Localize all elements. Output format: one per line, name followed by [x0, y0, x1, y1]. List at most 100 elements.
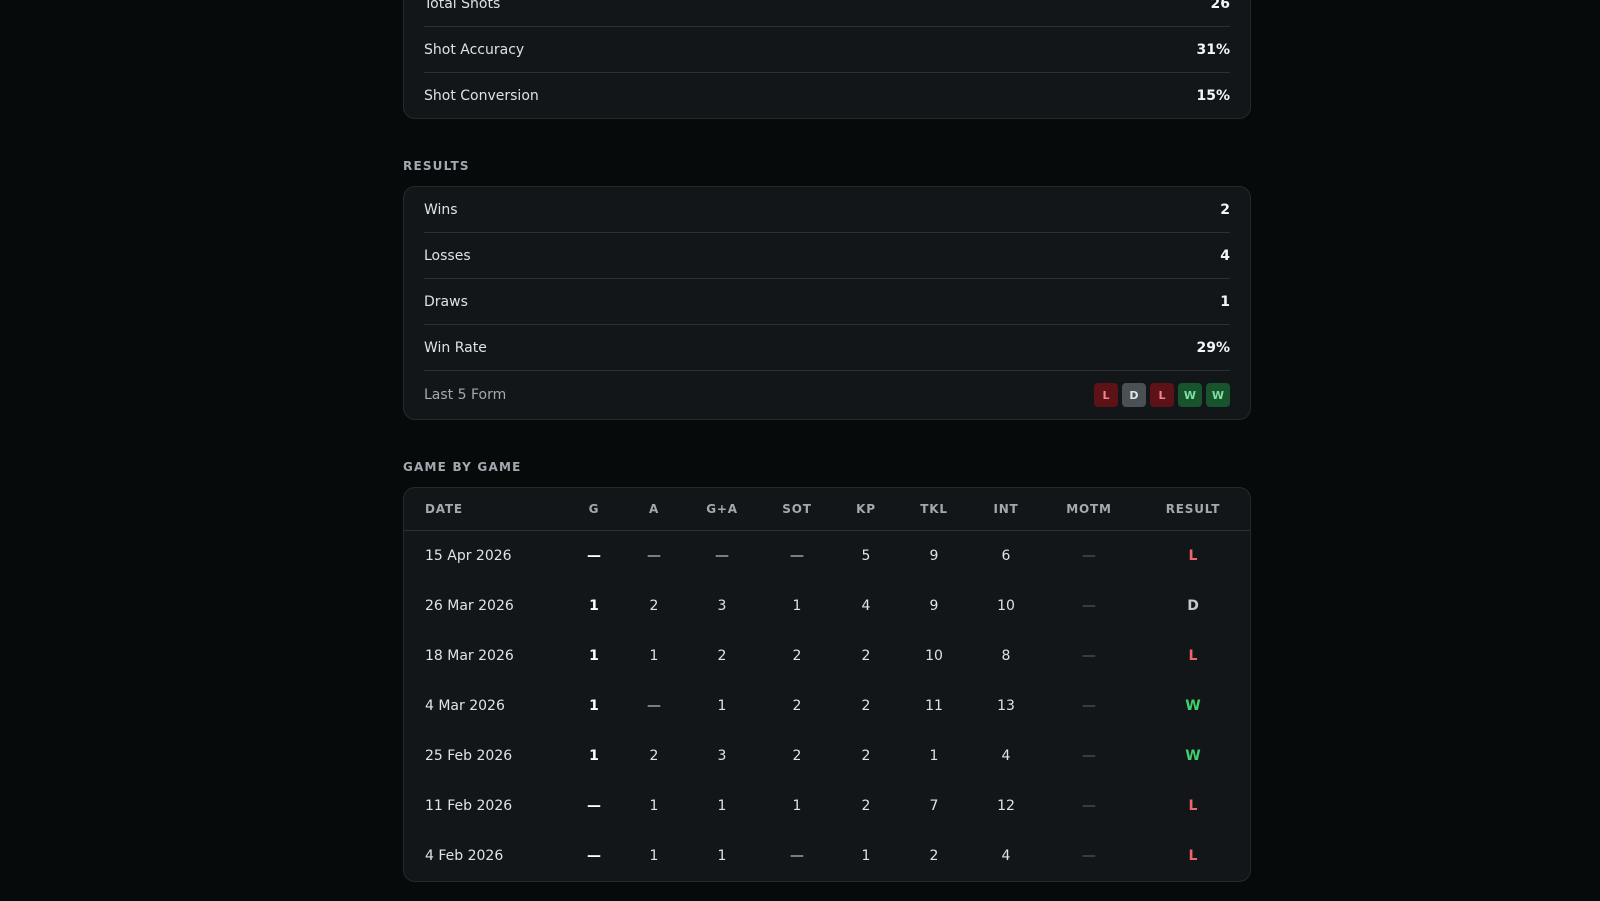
cell-date: 4 Mar 2026 — [425, 698, 505, 714]
cell-tackles: 1 — [929, 748, 939, 764]
table-row[interactable]: 11 Feb 2026 — 1 1 1 2 7 12 — L — [404, 781, 1250, 831]
cell-motm: — — [1082, 698, 1096, 714]
column-header-result[interactable]: RESULT — [1136, 488, 1250, 531]
form-badge: W — [1178, 383, 1202, 407]
cell-assists: 2 — [649, 598, 659, 614]
stat-value: 4 — [1220, 247, 1230, 264]
stat-label: Shot Conversion — [424, 87, 539, 104]
cell-motm: — — [1082, 848, 1096, 864]
cell-goal-contributions: 1 — [717, 798, 727, 814]
cell-goal-contributions: 3 — [717, 598, 727, 614]
cell-interceptions: 6 — [1001, 548, 1011, 564]
cell-shots-on-target: — — [790, 848, 804, 864]
table-row[interactable]: 15 Apr 2026 — — — — 5 9 6 — L — [404, 531, 1250, 582]
cell-key-passes: 2 — [861, 748, 871, 764]
form-badge: D — [1122, 383, 1146, 407]
cell-goal-contributions: — — [715, 548, 729, 564]
table-row[interactable]: 25 Feb 2026 1 2 3 2 2 1 4 — W — [404, 731, 1250, 781]
cell-goals: — — [587, 548, 601, 564]
stat-label: Draws — [424, 293, 468, 310]
cell-interceptions: 4 — [1001, 748, 1011, 764]
stat-value: 2 — [1220, 201, 1230, 218]
table-row[interactable]: 4 Feb 2026 — 1 1 — 1 2 4 — L — [404, 831, 1250, 881]
cell-result: L — [1188, 798, 1198, 814]
stat-label: Shot Accuracy — [424, 41, 525, 58]
cell-date: 11 Feb 2026 — [425, 798, 513, 814]
cell-tackles: 2 — [929, 848, 939, 864]
table-row[interactable]: 18 Mar 2026 1 1 2 2 2 10 8 — L — [404, 631, 1250, 681]
cell-key-passes: 2 — [861, 798, 871, 814]
cell-date: 18 Mar 2026 — [425, 648, 514, 664]
results-card: Wins 2 Losses 4 Draws 1 Win Rate 29% Las… — [403, 186, 1251, 420]
form-badge: W — [1206, 383, 1230, 407]
cell-interceptions: 4 — [1001, 848, 1011, 864]
cell-tackles: 7 — [929, 798, 939, 814]
cell-interceptions: 8 — [1001, 648, 1011, 664]
stat-label: Win Rate — [424, 339, 487, 356]
cell-assists: 2 — [649, 748, 659, 764]
column-header-tackles[interactable]: TKL — [898, 488, 970, 531]
stat-row: Draws 1 — [424, 279, 1230, 325]
cell-key-passes: 5 — [861, 548, 871, 564]
cell-assists: — — [647, 698, 661, 714]
stat-value: 26 — [1210, 0, 1230, 12]
cell-date: 26 Mar 2026 — [425, 598, 514, 614]
form-badges: L D L W W — [1094, 383, 1230, 407]
cell-shots-on-target: 1 — [792, 798, 802, 814]
game-by-game-table: DATE G A G+A SOT KP TKL INT MOTM RESULT … — [404, 488, 1250, 881]
stat-label: Wins — [424, 201, 458, 218]
cell-assists: 1 — [649, 648, 659, 664]
form-row: Last 5 Form L D L W W — [424, 371, 1230, 419]
column-header-goal-contributions[interactable]: G+A — [684, 488, 760, 531]
cell-tackles: 9 — [929, 598, 939, 614]
game-by-game-card: DATE G A G+A SOT KP TKL INT MOTM RESULT … — [403, 487, 1251, 882]
cell-assists: 1 — [649, 798, 659, 814]
stat-row: Win Rate 29% — [424, 325, 1230, 371]
cell-goals: — — [587, 848, 601, 864]
column-header-key-passes[interactable]: KP — [834, 488, 898, 531]
cell-tackles: 9 — [929, 548, 939, 564]
column-header-assists[interactable]: A — [624, 488, 684, 531]
stat-label: Total Shots — [424, 0, 501, 12]
stat-row: Total Shots 26 — [424, 0, 1230, 27]
table-header-row: DATE G A G+A SOT KP TKL INT MOTM RESULT — [404, 488, 1250, 531]
results-section-title: RESULTS — [403, 159, 470, 173]
cell-result: L — [1188, 648, 1198, 664]
cell-motm: — — [1082, 798, 1096, 814]
cell-motm: — — [1082, 548, 1096, 564]
cell-motm: — — [1082, 748, 1096, 764]
cell-goal-contributions: 1 — [717, 698, 727, 714]
stat-row: Losses 4 — [424, 233, 1230, 279]
column-header-goals[interactable]: G — [564, 488, 624, 531]
cell-assists: — — [647, 548, 661, 564]
cell-goals: 1 — [589, 648, 599, 664]
cell-interceptions: 10 — [997, 598, 1015, 614]
cell-key-passes: 2 — [861, 648, 871, 664]
cell-shots-on-target: 2 — [792, 698, 802, 714]
stat-row: Shot Accuracy 31% — [424, 27, 1230, 73]
table-row[interactable]: 26 Mar 2026 1 2 3 1 4 9 10 — D — [404, 581, 1250, 631]
column-header-shots-on-target[interactable]: SOT — [760, 488, 834, 531]
player-stats-content: Total Shots 26 Shot Accuracy 31% Shot Co… — [403, 0, 1251, 882]
shooting-card: Total Shots 26 Shot Accuracy 31% Shot Co… — [403, 0, 1251, 119]
column-header-interceptions[interactable]: INT — [970, 488, 1042, 531]
column-header-motm[interactable]: MOTM — [1042, 488, 1136, 531]
cell-goals: 1 — [589, 698, 599, 714]
table-row[interactable]: 4 Mar 2026 1 — 1 2 2 11 13 — W — [404, 681, 1250, 731]
stat-row: Wins 2 — [424, 187, 1230, 233]
cell-key-passes: 4 — [861, 598, 871, 614]
cell-interceptions: 13 — [997, 698, 1015, 714]
form-badge: L — [1150, 383, 1174, 407]
stat-value: 31% — [1196, 41, 1230, 58]
cell-shots-on-target: — — [790, 548, 804, 564]
cell-shots-on-target: 1 — [792, 598, 802, 614]
cell-tackles: 11 — [925, 698, 943, 714]
cell-motm: — — [1082, 648, 1096, 664]
cell-key-passes: 2 — [861, 698, 871, 714]
cell-result: W — [1185, 698, 1201, 714]
cell-date: 15 Apr 2026 — [425, 548, 512, 564]
column-header-date[interactable]: DATE — [404, 488, 564, 531]
cell-result: D — [1187, 598, 1199, 614]
cell-assists: 1 — [649, 848, 659, 864]
stat-label: Losses — [424, 247, 471, 264]
